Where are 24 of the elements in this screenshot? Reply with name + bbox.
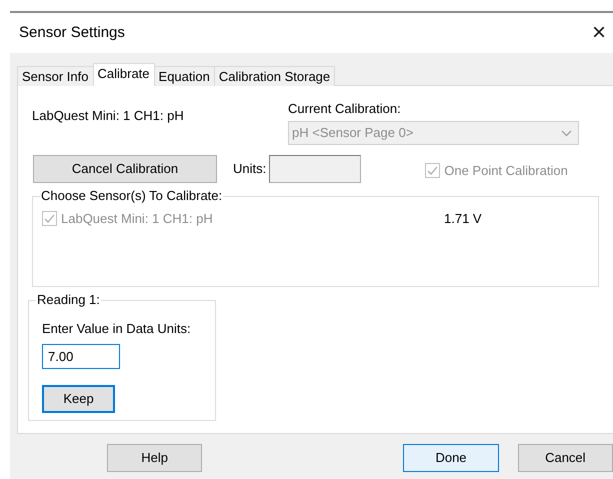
checkmark-icon xyxy=(426,164,440,177)
sensor-reading: 1.71 V xyxy=(444,210,482,228)
device-label: LabQuest Mini: 1 CH1: pH xyxy=(32,108,184,123)
dialog-button[interactable]: Cancel xyxy=(518,444,613,472)
keep-button[interactable]: Keep xyxy=(42,384,115,412)
prompt-label: Enter Value in Data Units: xyxy=(42,321,191,336)
sensor-label: LabQuest Mini: 1 CH1: pH xyxy=(61,210,214,228)
chevron-down-icon xyxy=(561,130,572,136)
value-input[interactable]: 7.00 xyxy=(42,344,120,368)
window-title: Sensor Settings xyxy=(19,22,125,43)
current-calibration-label: Current Calibration: xyxy=(288,101,401,116)
cancel-calibration-button[interactable]: Cancel Calibration xyxy=(33,155,217,183)
checkmark-icon xyxy=(43,212,56,226)
dialog-button[interactable]: Help xyxy=(107,444,202,472)
group-title: Choose Sensor(s) To Calibrate: xyxy=(40,188,224,204)
group-title: Reading 1: xyxy=(36,292,101,308)
units-label: Units: xyxy=(233,160,266,178)
tab[interactable]: Calibrate xyxy=(92,63,155,86)
one-point-calibration-label: One Point Calibration xyxy=(444,162,568,180)
tab[interactable]: Sensor Info xyxy=(17,66,94,86)
tab[interactable]: Equation xyxy=(154,66,215,86)
tab[interactable]: Calibration Storage xyxy=(214,66,336,86)
close-button[interactable]: × xyxy=(584,21,613,45)
dialog-button[interactable]: Done xyxy=(403,444,499,472)
